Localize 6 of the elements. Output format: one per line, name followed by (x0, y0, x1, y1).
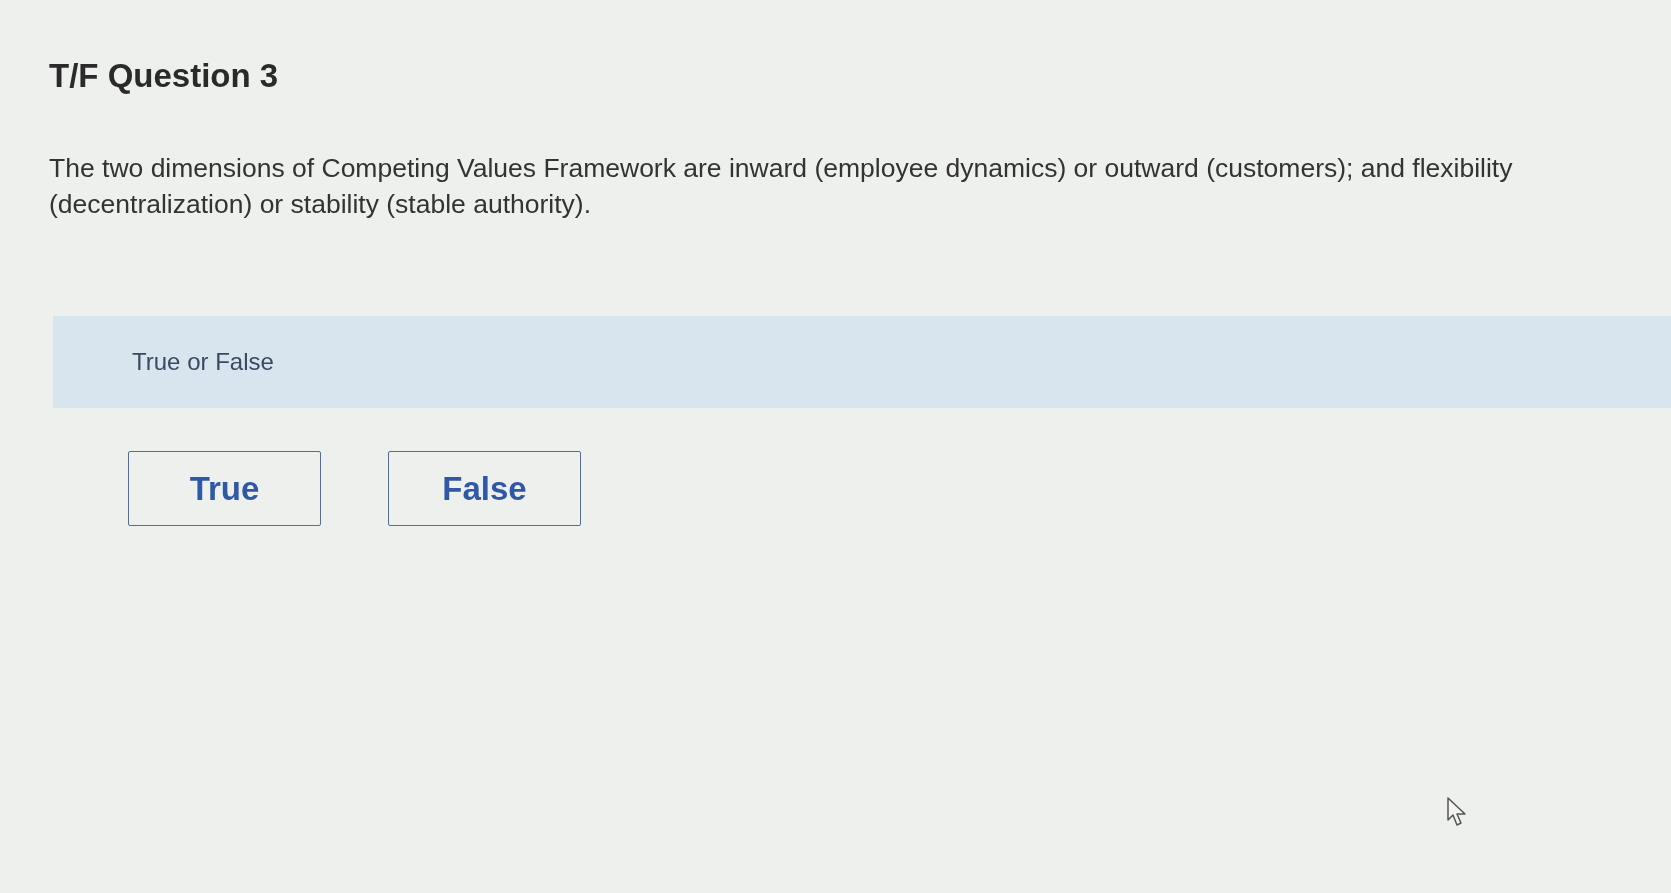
question-title: T/F Question 3 (49, 56, 279, 96)
answer-instruction: True or False (132, 348, 274, 376)
question-text: The two dimensions of Competing Values Framework are inward (employee dynamics) or outward (customers); and flexibility (decentralization) or stability (stable authority). (49, 152, 1514, 221)
answer-button[interactable]: False (388, 451, 581, 526)
answer-button[interactable]: True (128, 451, 321, 526)
mouse-pointer-icon (1447, 797, 1467, 827)
